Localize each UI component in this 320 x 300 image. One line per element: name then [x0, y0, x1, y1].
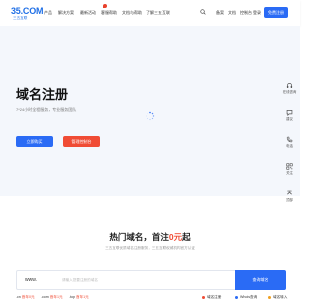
side-item-follow[interactable]: 关注 [281, 163, 298, 181]
bottom-item-whois[interactable]: Whois查询 [240, 294, 257, 300]
side-label-consult: 在线咨询 [282, 90, 297, 94]
side-label-follow: 关注 [286, 171, 293, 175]
section-title-prefix: 热门域名，首注 [109, 232, 169, 242]
hero-subtitle: 7*24小时全程服务，专业服务团队 [16, 107, 77, 112]
search-icon[interactable] [200, 9, 206, 15]
price-ext: .cn [16, 295, 21, 299]
header-link-docs[interactable]: 文档 [228, 10, 236, 16]
loading-spinner-icon [146, 111, 155, 121]
nav-item-docs[interactable]: 文档与帮助 [122, 10, 142, 16]
page-title: 域名注册 [16, 87, 69, 102]
price-ext: .top [69, 295, 75, 299]
bottom-item-transfer[interactable]: 域名转入 [273, 294, 287, 300]
buy-now-button[interactable]: 立即购买 [16, 136, 53, 147]
price-item[interactable]: .top 首年1元 [69, 294, 89, 300]
nav-item-solutions[interactable]: 解决方案 [58, 10, 74, 16]
header-link-login[interactable]: 登录 [253, 10, 261, 16]
section-title: 热门域名，首注0元起 [0, 232, 300, 242]
logo-subtitle: 三五互联 [13, 16, 28, 20]
header-link-console[interactable]: 控制台 [240, 10, 252, 16]
top-header: 35.COM 三五互联 产品 解决方案 最新活动 客服帮助 文档与帮助 了解三五… [0, 0, 300, 26]
nav-item-products[interactable]: 产品 [44, 10, 52, 16]
side-item-suggest[interactable]: 建议 [281, 109, 298, 127]
logo[interactable]: 35.COM 三五互联 [11, 6, 44, 21]
chat-icon [286, 110, 293, 116]
side-label-suggest: 建议 [286, 117, 293, 121]
nav-item-activities[interactable]: 最新活动 [80, 10, 96, 16]
arrow-up-icon [287, 190, 292, 195]
www-prefix: www. [25, 277, 37, 283]
register-button[interactable]: 免费注册 [264, 7, 288, 18]
price-ext: .com [41, 295, 49, 299]
side-item-top[interactable]: 顶部 [281, 190, 298, 208]
register-dot-icon [202, 295, 205, 299]
side-label-phone: 电话 [286, 144, 293, 148]
side-item-consult[interactable]: 在线咨询 [281, 82, 298, 100]
hot-badge [103, 4, 107, 8]
section-title-suffix: 起 [182, 232, 191, 242]
bottom-item-register[interactable]: 域名注册 [207, 294, 221, 300]
console-button[interactable]: 管理控制台 [63, 136, 100, 147]
section-subtitle: 三五互联优质域名注册服务，三五互联权威机构官方认证 [105, 246, 195, 250]
nav-item-about[interactable]: 了解三五互联 [146, 10, 170, 16]
qrcode-icon [286, 163, 293, 170]
price-item[interactable]: .com 首年1元 [41, 294, 63, 300]
search-input[interactable]: 请输入您要注册的域名 [62, 278, 98, 283]
price-value: 首年1元 [76, 295, 89, 299]
hero-banner: 域名注册 7*24小时全程服务，专业服务团队 立即购买 管理控制台 [0, 26, 300, 196]
header-link-beian[interactable]: 备案 [216, 10, 224, 16]
section-title-price: 0元 [168, 232, 183, 242]
headset-icon [286, 83, 293, 88]
bottom-quick-bar: 域名注册 Whois查询 域名转入 [198, 294, 300, 300]
logo-text: 35.COM [11, 6, 44, 16]
nav-item-service[interactable]: 客服帮助 [101, 10, 117, 16]
whois-dot-icon [235, 295, 238, 299]
price-value: 首年0元 [21, 295, 35, 299]
search-domain-button[interactable]: 查询域名 [235, 270, 286, 290]
side-item-phone[interactable]: 电话 [281, 136, 298, 154]
side-label-top: 顶部 [286, 198, 293, 202]
price-value: 首年1元 [49, 295, 63, 299]
price-item[interactable]: .cn 首年0元 [16, 294, 35, 300]
phone-icon [286, 136, 293, 143]
transfer-dot-icon [268, 295, 271, 299]
